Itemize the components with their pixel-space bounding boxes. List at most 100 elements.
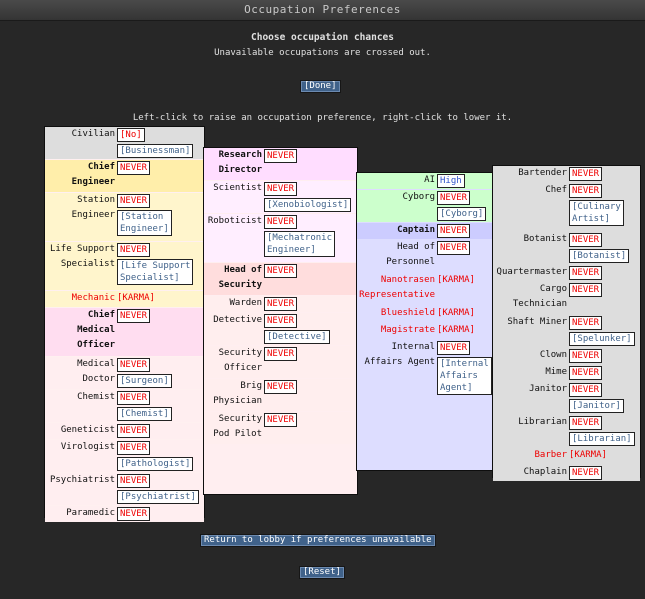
preference-level-button[interactable]: NEVER <box>569 233 603 247</box>
job-name: Chef <box>545 185 567 195</box>
preference-level-button[interactable]: NEVER <box>264 264 298 278</box>
alt-title-button[interactable]: [Psychiatrist] <box>117 490 199 504</box>
reset-button[interactable]: [Reset] <box>299 566 345 579</box>
preference-level-button[interactable]: NEVER <box>117 441 151 455</box>
preference-level-button[interactable]: NEVER <box>437 191 471 205</box>
job-row-chef: Chef NEVER [Culinary Artist] <box>493 183 640 231</box>
preference-level-button[interactable]: NEVER <box>437 224 471 238</box>
alt-title-button[interactable]: [Janitor] <box>569 399 624 413</box>
preference-level-button[interactable]: NEVER <box>569 416 603 430</box>
preference-level-button[interactable]: NEVER <box>117 391 151 405</box>
job-name: Brig Physician <box>213 381 262 406</box>
alt-title-button[interactable]: [Internal Affairs Agent] <box>437 357 492 395</box>
preference-level-button[interactable]: NEVER <box>569 366 603 380</box>
job-column-1: Civilian [No] [Businessman] Chief Engineer N… <box>44 126 205 522</box>
job-column-2: Research Director NEVER Scientist NEVER [Xen… <box>203 147 358 495</box>
preference-level-button[interactable]: NEVER <box>569 283 603 297</box>
preference-level-button[interactable]: NEVER <box>117 358 151 372</box>
alt-title-button[interactable]: [Life Support Specialist] <box>117 259 194 285</box>
job-name: Research Director <box>218 150 262 175</box>
job-preference-group: NEVER [Pathologist] <box>117 440 194 472</box>
job-preference-group: [KARMA] <box>569 448 607 462</box>
preference-level-button[interactable]: [KARMA] <box>117 292 155 304</box>
alt-title-button[interactable]: [Mechatronic Engineer] <box>264 231 336 257</box>
preference-level-button[interactable]: NEVER <box>569 266 603 280</box>
preference-level-button[interactable]: NEVER <box>569 316 603 330</box>
preference-level-button[interactable]: High <box>437 174 465 188</box>
job-row-brig-physician: Brig Physician NEVER <box>204 379 357 411</box>
job-name: Mime <box>545 367 567 377</box>
preference-level-button[interactable]: NEVER <box>117 309 151 323</box>
preference-level-button[interactable]: [KARMA] <box>569 449 607 461</box>
job-row-virologist: Virologist NEVER [Pathologist] <box>45 440 204 472</box>
job-row-security-officer: Security Officer NEVER <box>204 346 357 378</box>
job-preference-group: NEVER <box>437 223 471 239</box>
preference-level-button[interactable]: NEVER <box>117 161 151 175</box>
preference-level-button[interactable]: NEVER <box>569 167 603 181</box>
preference-level-button[interactable]: [KARMA] <box>437 307 475 319</box>
alt-title-button[interactable]: [Xenobiologist] <box>264 198 352 212</box>
alt-title-button[interactable]: [Cyborg] <box>437 207 487 221</box>
preference-level-button[interactable]: NEVER <box>264 149 298 163</box>
preference-level-button[interactable]: NEVER <box>264 215 298 229</box>
page-subheading: Unavailable occupations are crossed out. <box>214 48 431 58</box>
job-name: Paramedic <box>66 508 115 518</box>
job-name: Quartermaster <box>496 267 567 277</box>
job-name: Head of Personnel <box>386 242 435 267</box>
alt-title-button[interactable]: [Businessman] <box>117 144 194 158</box>
job-preference-group: [No] [Businessman] <box>117 127 194 159</box>
preference-level-button[interactable]: NEVER <box>117 243 151 257</box>
alt-title-button[interactable]: [Culinary Artist] <box>569 200 624 226</box>
job-row-janitor: Janitor NEVER [Janitor] <box>493 382 640 414</box>
preference-level-button[interactable]: NEVER <box>569 184 603 198</box>
job-row-head-of-personnel: Head of Personnel NEVER <box>357 240 493 272</box>
job-name: Internal Affairs Agent <box>364 342 435 367</box>
alt-title-button[interactable]: [Detective] <box>264 330 330 344</box>
preference-level-button[interactable]: NEVER <box>569 349 603 363</box>
preference-level-button[interactable]: NEVER <box>117 424 151 438</box>
alt-title-button[interactable]: [Librarian] <box>569 432 635 446</box>
preference-level-button[interactable]: NEVER <box>117 474 151 488</box>
job-row-paramedic: Paramedic NEVER <box>45 506 204 522</box>
job-preference-group: NEVER <box>437 240 471 256</box>
preference-level-button[interactable]: NEVER <box>264 380 298 394</box>
preference-level-button[interactable]: NEVER <box>117 194 151 208</box>
preference-level-button[interactable]: NEVER <box>264 413 298 427</box>
job-preference-group: [KARMA] <box>437 323 475 337</box>
job-preference-group: NEVER <box>264 263 298 279</box>
job-name: Blueshield <box>380 308 435 318</box>
job-name: Nanotrasen Representative <box>359 275 435 300</box>
alt-title-button[interactable]: [Spelunker] <box>569 332 635 346</box>
job-preference-group: NEVER <box>569 365 603 381</box>
preference-level-button[interactable]: NEVER <box>264 297 298 311</box>
alt-title-button[interactable]: [Surgeon] <box>117 374 172 388</box>
return-to-lobby-toggle[interactable]: Return to lobby if preferences unavailab… <box>200 534 436 547</box>
alt-title-button[interactable]: [Station Engineer] <box>117 210 172 236</box>
job-row-roboticist: Roboticist NEVER [Mechatronic Engineer] <box>204 214 357 262</box>
preference-level-button[interactable]: [No] <box>117 128 145 142</box>
preference-level-button[interactable]: NEVER <box>569 466 603 480</box>
preference-level-button[interactable]: NEVER <box>117 507 151 521</box>
alt-title-button[interactable]: [Pathologist] <box>117 457 194 471</box>
preference-level-button[interactable]: NEVER <box>437 341 471 355</box>
job-name: Head of Security <box>218 265 262 290</box>
job-row-chemist: Chemist NEVER [Chemist] <box>45 390 204 422</box>
job-preference-group: NEVER [Station Engineer] <box>117 193 172 237</box>
job-name: Roboticist <box>207 216 262 226</box>
preference-level-button[interactable]: [KARMA] <box>437 324 475 336</box>
alt-title-button[interactable]: [Chemist] <box>117 407 172 421</box>
job-preference-group: High <box>437 173 465 189</box>
job-name: Medical Doctor <box>77 359 115 384</box>
preference-level-button[interactable]: NEVER <box>264 314 298 328</box>
preference-level-button[interactable]: NEVER <box>437 241 471 255</box>
alt-title-button[interactable]: [Botanist] <box>569 249 630 263</box>
preference-level-button[interactable]: [KARMA] <box>437 274 475 286</box>
done-button[interactable]: [Done] <box>300 80 341 93</box>
job-name: Bartender <box>518 168 567 178</box>
preference-level-button[interactable]: NEVER <box>264 182 298 196</box>
job-preference-group: NEVER <box>569 282 603 298</box>
job-row-geneticist: Geneticist NEVER <box>45 423 204 439</box>
preference-level-button[interactable]: NEVER <box>569 383 603 397</box>
preference-level-button[interactable]: NEVER <box>264 347 298 361</box>
job-row-librarian: Librarian NEVER [Librarian] <box>493 415 640 447</box>
